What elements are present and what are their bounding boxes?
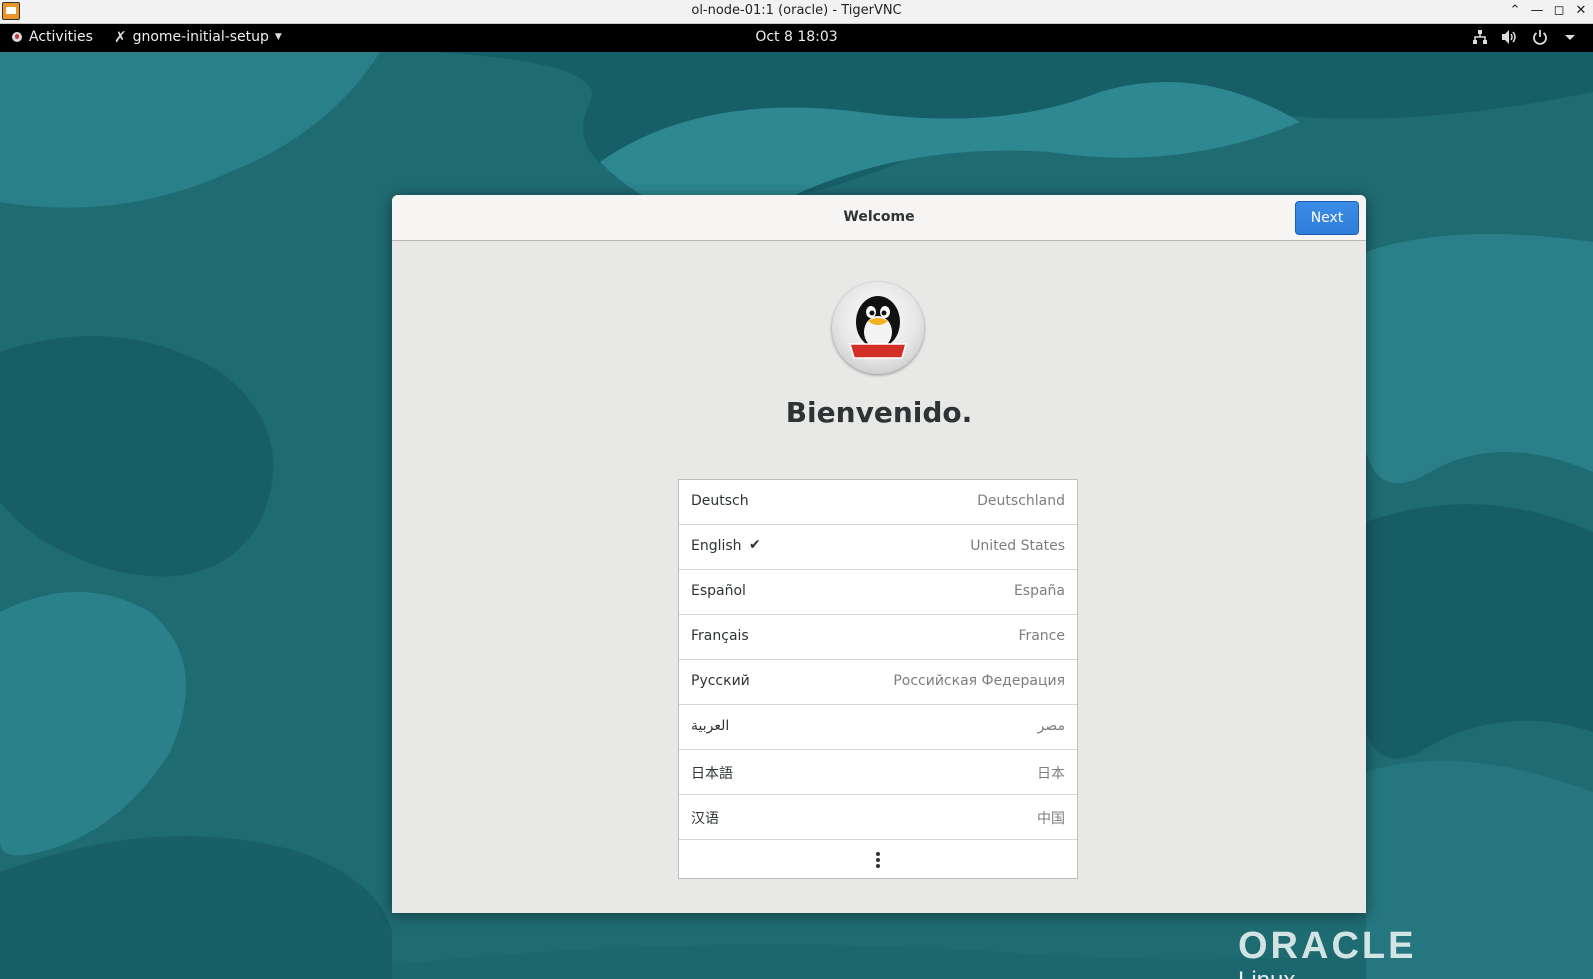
network-icon[interactable] [1471,28,1489,46]
page-title: Welcome [843,209,915,225]
language-region: Deutschland [977,493,1065,509]
language-name: العربية [691,718,730,734]
language-region: 日本 [1037,766,1065,782]
oracle-logo-text: ORACLE [1238,925,1417,967]
gnome-top-bar: Activities ✗ gnome-initial-setup ▼ Oct 8… [0,24,1593,52]
clock[interactable]: Oct 8 18:03 [0,29,1593,45]
language-name: Español [691,583,746,599]
language-name: 日本語 [691,766,733,782]
more-vertical-icon [876,852,880,870]
language-list: Deutsch Deutschland English ✔ United Sta… [678,479,1078,879]
volume-icon[interactable] [1501,28,1519,46]
language-name: Français [691,628,749,644]
language-name: English [691,538,742,554]
language-name: Русский [691,673,750,689]
language-row-espanol[interactable]: Español España [679,570,1077,615]
linux-logo-text: Linux [1238,967,1416,979]
vnc-window-controls: ⌃ — ◻ ✕ [1507,2,1589,20]
oracle-tux-logo [832,282,924,374]
tux-icon [849,296,907,359]
chevron-down-icon[interactable] [1561,28,1579,46]
next-button[interactable]: Next [1295,201,1359,235]
language-name: 汉语 [691,811,719,827]
language-row-russian[interactable]: Русский Российская Федерация [679,660,1077,705]
more-languages-button[interactable] [679,840,1077,879]
language-region: مصر [1037,718,1065,734]
initial-setup-window: Welcome Next Bienvenido. Deutsch Deutsch… [392,195,1366,913]
welcome-heading: Bienvenido. [785,396,973,429]
language-region: United States [970,538,1065,554]
language-region: España [1013,583,1065,599]
vnc-titlebar: ol-node-01:1 (oracle) - TigerVNC ⌃ — ◻ ✕ [0,0,1593,24]
checkmark-icon: ✔ [749,537,761,553]
oracle-linux-logo: ORACLE Linux [1238,927,1416,979]
language-row-chinese[interactable]: 汉语 中国 [679,795,1077,840]
language-row-english[interactable]: English ✔ United States [679,525,1077,570]
system-tray[interactable] [1471,28,1579,46]
language-row-deutsch[interactable]: Deutsch Deutschland [679,480,1077,525]
language-region: France [1018,628,1065,644]
language-region: 中国 [1037,811,1065,827]
maximize-up-icon[interactable]: ⌃ [1507,2,1523,20]
language-name: Deutsch [691,493,749,509]
minimize-icon[interactable]: — [1529,2,1545,20]
language-row-japanese[interactable]: 日本語 日本 [679,750,1077,795]
language-row-francais[interactable]: Français France [679,615,1077,660]
restore-icon[interactable]: ◻ [1551,2,1567,20]
power-icon[interactable] [1531,28,1549,46]
vnc-window-title: ol-node-01:1 (oracle) - TigerVNC [691,3,902,18]
language-region: Российская Федерация [893,673,1065,689]
setup-headerbar: Welcome Next [392,195,1366,241]
language-row-arabic[interactable]: العربية مصر [679,705,1077,750]
close-icon[interactable]: ✕ [1573,2,1589,20]
